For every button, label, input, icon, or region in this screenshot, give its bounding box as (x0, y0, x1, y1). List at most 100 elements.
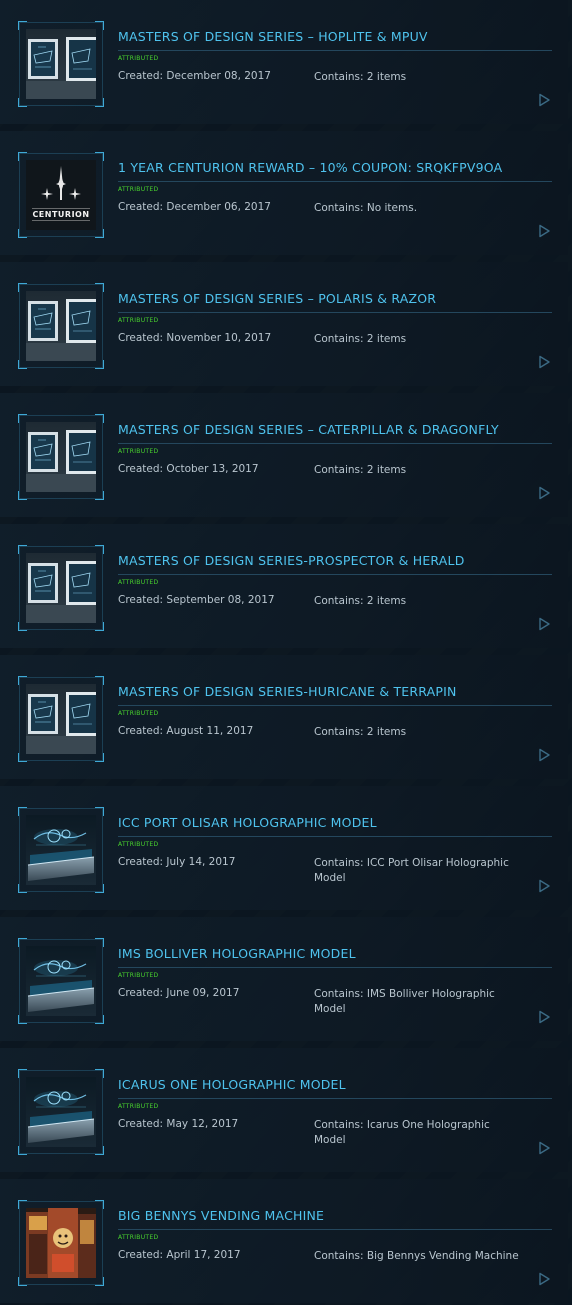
pledge-title[interactable]: IMS BOLLIVER HOLOGRAPHIC MODEL (118, 946, 552, 961)
frame-corner (95, 938, 104, 947)
pledge-thumbnail[interactable] (18, 1069, 104, 1155)
frame-corner (95, 98, 104, 107)
frame-corner (18, 1015, 27, 1024)
pledge-thumbnail[interactable] (18, 938, 104, 1024)
frame-corner (95, 622, 104, 631)
title-divider (118, 312, 552, 313)
frame-corner (18, 622, 27, 631)
frame-corner (95, 884, 104, 893)
status-badge: ATTRIBUTED (118, 579, 159, 586)
title-divider (118, 1229, 552, 1230)
play-triangle-icon[interactable] (537, 92, 551, 107)
title-divider (118, 967, 552, 968)
pledge-image (26, 946, 96, 1016)
status-badge: ATTRIBUTED (118, 55, 159, 62)
title-divider (118, 50, 552, 51)
pledge-image (26, 815, 96, 885)
frame-corner (18, 753, 27, 762)
contains-text: Contains: 2 items (314, 595, 407, 607)
pledge-image (26, 29, 96, 99)
pledge-image (26, 1077, 96, 1147)
status-badge: ATTRIBUTED (118, 317, 159, 324)
pledge-title[interactable]: ICARUS ONE HOLOGRAPHIC MODEL (118, 1077, 552, 1092)
frame-corner (95, 229, 104, 238)
play-triangle-icon[interactable] (537, 1009, 551, 1024)
pledge-image (26, 684, 96, 754)
pledge-title[interactable]: ICC PORT OLISAR HOLOGRAPHIC MODEL (118, 815, 552, 830)
pledge-item[interactable]: MASTERS OF DESIGN SERIES-HURICANE & TERR… (0, 655, 568, 779)
play-triangle-icon[interactable] (537, 354, 551, 369)
pledge-title[interactable]: 1 YEAR CENTURION REWARD – 10% COUPON: SR… (118, 160, 552, 175)
contains-text: Contains: 2 items (314, 333, 407, 345)
pledge-thumbnail[interactable] (18, 414, 104, 500)
centurion-logo-text: CENTURION (32, 210, 89, 219)
pledge-item[interactable]: CENTURION 1 YEAR CENTURION REWARD – 10% … (0, 131, 568, 255)
frame-corner (95, 1200, 104, 1209)
created-date: Created: December 06, 2017 (118, 201, 271, 213)
play-triangle-icon[interactable] (537, 878, 551, 893)
title-divider (118, 705, 552, 706)
pledge-item[interactable]: MASTERS OF DESIGN SERIES – POLARIS & RAZ… (0, 262, 568, 386)
pledge-item[interactable]: ICC PORT OLISAR HOLOGRAPHIC MODEL ATTRIB… (0, 786, 568, 910)
pledge-item[interactable]: BIG BENNYS VENDING MACHINE ATTRIBUTED Cr… (0, 1179, 568, 1303)
contains-text: Contains: ICC Port Olisar Holographic Mo… (314, 857, 509, 884)
pledge-item[interactable]: MASTERS OF DESIGN SERIES-PROSPECTOR & HE… (0, 524, 568, 648)
pledge-item[interactable]: ICARUS ONE HOLOGRAPHIC MODEL ATTRIBUTED … (0, 1048, 568, 1172)
frame-corner (18, 1146, 27, 1155)
contains-text: Contains: 2 items (314, 726, 407, 738)
status-badge: ATTRIBUTED (118, 1234, 159, 1241)
status-badge: ATTRIBUTED (118, 186, 159, 193)
pledge-thumbnail[interactable] (18, 283, 104, 369)
play-triangle-icon[interactable] (537, 1271, 551, 1286)
pledge-title[interactable]: MASTERS OF DESIGN SERIES – CATERPILLAR &… (118, 422, 552, 437)
title-divider (118, 1098, 552, 1099)
status-badge: ATTRIBUTED (118, 972, 159, 979)
frame-corner (95, 1015, 104, 1024)
play-triangle-icon[interactable] (537, 747, 551, 762)
frame-corner (18, 491, 27, 500)
pledge-title[interactable]: MASTERS OF DESIGN SERIES-PROSPECTOR & HE… (118, 553, 552, 568)
pledge-thumbnail[interactable] (18, 807, 104, 893)
pledge-title[interactable]: MASTERS OF DESIGN SERIES – POLARIS & RAZ… (118, 291, 552, 306)
frame-corner (18, 229, 27, 238)
pledge-thumbnail[interactable] (18, 21, 104, 107)
play-triangle-icon[interactable] (537, 223, 551, 238)
pledge-item[interactable]: IMS BOLLIVER HOLOGRAPHIC MODEL ATTRIBUTE… (0, 917, 568, 1041)
pledge-item[interactable]: MASTERS OF DESIGN SERIES – HOPLITE & MPU… (0, 0, 568, 124)
pledge-title[interactable]: BIG BENNYS VENDING MACHINE (118, 1208, 552, 1223)
created-date: Created: October 13, 2017 (118, 463, 259, 475)
frame-corner (95, 807, 104, 816)
frame-corner (95, 1069, 104, 1078)
pledge-thumbnail[interactable] (18, 676, 104, 762)
pledge-image (26, 291, 96, 361)
created-date: Created: August 11, 2017 (118, 725, 254, 737)
pledge-item[interactable]: MASTERS OF DESIGN SERIES – CATERPILLAR &… (0, 393, 568, 517)
created-date: Created: September 08, 2017 (118, 594, 275, 606)
frame-corner (95, 676, 104, 685)
frame-corner (95, 545, 104, 554)
pledge-thumbnail[interactable]: CENTURION (18, 152, 104, 238)
play-triangle-icon[interactable] (537, 616, 551, 631)
pledge-image (26, 1208, 96, 1278)
frame-corner (95, 1146, 104, 1155)
pledge-title[interactable]: MASTERS OF DESIGN SERIES-HURICANE & TERR… (118, 684, 552, 699)
status-badge: ATTRIBUTED (118, 1103, 159, 1110)
frame-corner (95, 360, 104, 369)
play-triangle-icon[interactable] (537, 1140, 551, 1155)
play-triangle-icon[interactable] (537, 485, 551, 500)
frame-corner (95, 414, 104, 423)
pledge-title[interactable]: MASTERS OF DESIGN SERIES – HOPLITE & MPU… (118, 29, 552, 44)
contains-text: Contains: Big Bennys Vending Machine (314, 1250, 519, 1262)
status-badge: ATTRIBUTED (118, 841, 159, 848)
title-divider (118, 574, 552, 575)
pledge-thumbnail[interactable] (18, 1200, 104, 1286)
pledge-thumbnail[interactable] (18, 545, 104, 631)
created-date: Created: May 12, 2017 (118, 1118, 239, 1130)
frame-corner (95, 21, 104, 30)
contains-text: Contains: No items. (314, 202, 418, 214)
contains-text: Contains: Icarus One Holographic Model (314, 1119, 490, 1146)
contains-text: Contains: 2 items (314, 71, 407, 83)
pledge-list: MASTERS OF DESIGN SERIES – HOPLITE & MPU… (0, 0, 572, 1305)
pledge-image: CENTURION (26, 160, 96, 230)
created-date: Created: April 17, 2017 (118, 1249, 241, 1261)
